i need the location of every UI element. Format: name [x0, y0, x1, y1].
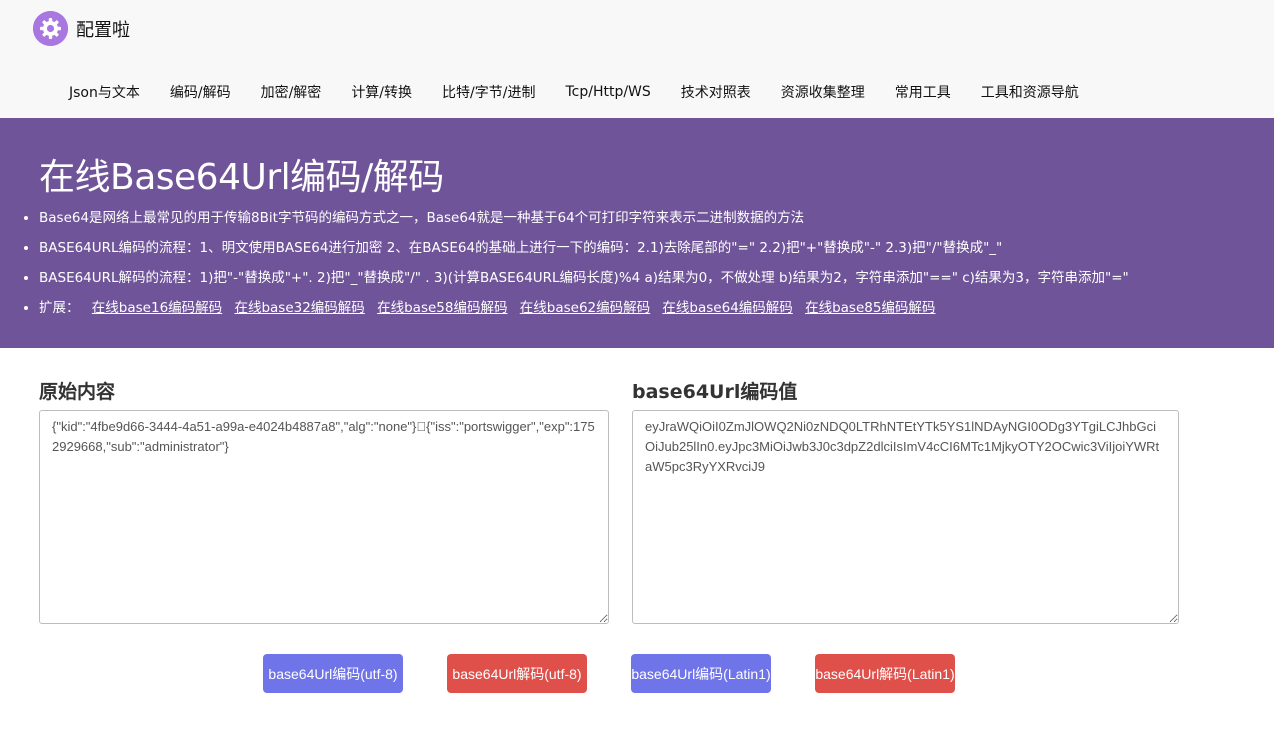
link-base16[interactable]: 在线base16编码解码	[92, 300, 222, 316]
link-base32[interactable]: 在线base32编码解码	[234, 300, 364, 316]
nav-item-encrypt-decrypt[interactable]: 加密/解密	[246, 82, 337, 102]
nav-item-tech-tables[interactable]: 技术对照表	[666, 82, 766, 102]
encoded-value-title: base64Url编码值	[632, 381, 798, 403]
description-list: Base64是网络上最常见的用于传输8Bit字节码的编码方式之一，Base64就…	[21, 206, 1251, 326]
nav-item-bit-byte-radix[interactable]: 比特/字节/进制	[427, 82, 550, 102]
link-base64[interactable]: 在线base64编码解码	[662, 300, 792, 316]
description-item: Base64是网络上最常见的用于传输8Bit字节码的编码方式之一，Base64就…	[39, 206, 1251, 236]
gear-logo-icon	[33, 11, 68, 46]
link-base85[interactable]: 在线base85编码解码	[805, 300, 935, 316]
brand[interactable]: 配置啦	[33, 11, 130, 46]
link-base58[interactable]: 在线base58编码解码	[377, 300, 507, 316]
nav-item-tcp-http-ws[interactable]: Tcp/Http/WS	[550, 84, 665, 100]
original-content-title: 原始内容	[39, 381, 116, 403]
decode-latin1-button[interactable]: base64Url解码(Latin1)	[815, 654, 955, 693]
extension-links: 扩展： 在线base16编码解码 在线base32编码解码 在线base58编码…	[39, 296, 1251, 326]
original-content-input[interactable]: {"kid":"4fbe9d66-3444-4a51-a99a-e4024b48…	[39, 410, 609, 624]
encode-latin1-button[interactable]: base64Url编码(Latin1)	[631, 654, 771, 693]
nav-item-calc-convert[interactable]: 计算/转换	[336, 82, 427, 102]
hero-banner: 在线Base64Url编码/解码 Base64是网络上最常见的用于传输8Bit字…	[0, 118, 1274, 348]
nav-item-encode-decode[interactable]: 编码/解码	[155, 82, 246, 102]
nav-item-resources[interactable]: 资源收集整理	[766, 82, 880, 102]
page-title: 在线Base64Url编码/解码	[39, 157, 444, 198]
nav-item-tools-navigation[interactable]: 工具和资源导航	[966, 82, 1094, 102]
encoded-value-output[interactable]: eyJraWQiOiI0ZmJlOWQ2Ni0zNDQ0LTRhNTEtYTk5…	[632, 410, 1179, 624]
decode-utf8-button[interactable]: base64Url解码(utf-8)	[447, 654, 587, 693]
extension-label: 扩展：	[39, 300, 80, 316]
link-base62[interactable]: 在线base62编码解码	[520, 300, 650, 316]
description-item: BASE64URL编码的流程：1、明文使用BASE64进行加密 2、在BASE6…	[39, 236, 1251, 266]
brand-name: 配置啦	[76, 19, 130, 41]
nav-item-common-tools[interactable]: 常用工具	[880, 82, 966, 102]
encode-utf8-button[interactable]: base64Url编码(utf-8)	[263, 654, 403, 693]
description-item: BASE64URL解码的流程：1)把"-"替换成"+". 2)把"_"替换成"/…	[39, 266, 1251, 296]
nav-item-json-text[interactable]: Json与文本	[54, 82, 155, 102]
main-nav: Json与文本 编码/解码 加密/解密 计算/转换 比特/字节/进制 Tcp/H…	[54, 72, 1094, 112]
top-header: 配置啦 Json与文本 编码/解码 加密/解密 计算/转换 比特/字节/进制 T…	[0, 0, 1274, 118]
